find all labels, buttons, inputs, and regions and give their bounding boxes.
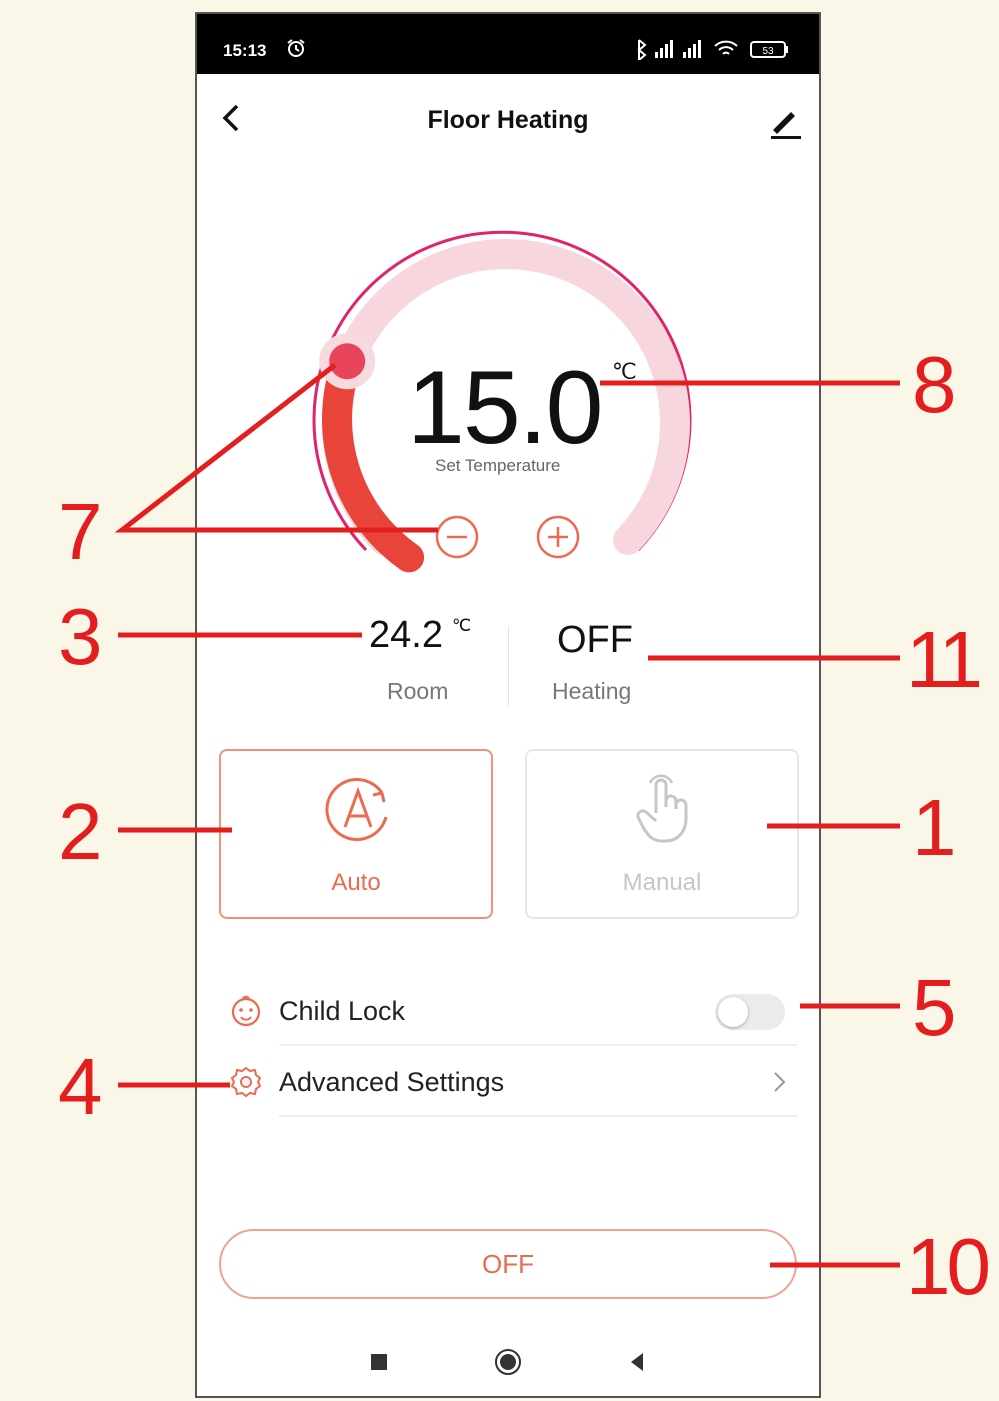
callout-7: 7 <box>58 487 103 576</box>
callout-5: 5 <box>912 963 957 1052</box>
callout-10: 10 <box>906 1222 991 1311</box>
callout-1: 1 <box>912 783 957 872</box>
callout-11: 11 <box>906 615 983 704</box>
callout-line-7 <box>114 363 438 533</box>
callout-lines <box>114 363 900 1268</box>
callout-8: 8 <box>912 340 957 429</box>
annotation-overlay <box>114 363 900 1268</box>
callout-4: 4 <box>58 1042 103 1131</box>
callout-2: 2 <box>58 787 103 876</box>
callout-3: 3 <box>58 592 103 681</box>
